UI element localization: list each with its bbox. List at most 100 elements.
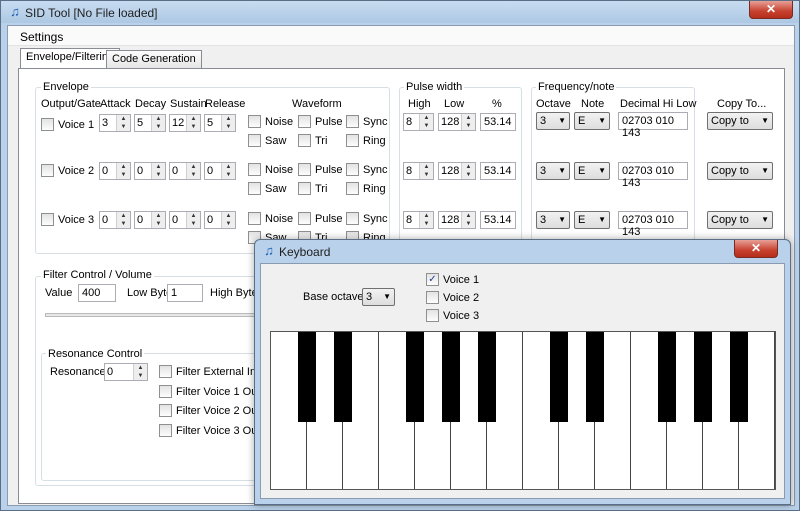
up-down-arrows-icon[interactable]: ▲ ▼ — [419, 212, 433, 228]
close-button[interactable]: ✕ — [749, 1, 793, 19]
voice2-gate-checkbox[interactable] — [41, 164, 54, 177]
filter-external-checkbox[interactable] — [159, 365, 172, 378]
voice2-ring-checkbox[interactable] — [346, 182, 359, 195]
voice2-tri-checkbox[interactable] — [298, 182, 311, 195]
pw2-percent-field[interactable]: 53.14 — [480, 162, 516, 180]
voice1-gate-checkbox[interactable] — [41, 118, 54, 131]
note1-select[interactable]: E ▼ — [574, 112, 610, 130]
voice1-pulse-checkbox[interactable] — [298, 115, 311, 128]
black-key[interactable] — [550, 332, 568, 422]
voice1-sustain-spinner[interactable]: 12 ▲ ▼ — [169, 114, 201, 132]
pw3-high-spinner[interactable]: 8 ▲ ▼ — [403, 211, 434, 229]
copy-to1-select[interactable]: Copy to ▼ — [707, 112, 773, 130]
decimal3-field[interactable]: 02703 010 143 — [618, 211, 688, 238]
keyboard-voice3-checkbox[interactable] — [426, 309, 439, 322]
voice2-saw-checkbox[interactable] — [248, 182, 261, 195]
up-down-arrows-icon[interactable]: ▲ ▼ — [151, 212, 165, 228]
up-down-arrows-icon[interactable]: ▲ ▼ — [151, 163, 165, 179]
keyboard-titlebar[interactable]: ♫ Keyboard ✕ — [255, 240, 790, 262]
voice1-release-spinner[interactable]: 5 ▲ ▼ — [204, 114, 236, 132]
pw1-low-spinner[interactable]: 128 ▲ ▼ — [438, 113, 476, 131]
octave3-select[interactable]: 3 ▼ — [536, 211, 570, 229]
black-key[interactable] — [406, 332, 424, 422]
voice2-sync-checkbox[interactable] — [346, 163, 359, 176]
filter-slider-track[interactable] — [45, 313, 257, 317]
voice3-sustain-spinner[interactable]: 0 ▲ ▼ — [169, 211, 201, 229]
tab-code-generation[interactable]: Code Generation — [106, 50, 202, 68]
up-down-arrows-icon[interactable]: ▲ ▼ — [116, 115, 130, 131]
voice1-decay-spinner[interactable]: 5 ▲ ▼ — [134, 114, 166, 132]
pw2-low-spinner[interactable]: 128 ▲ ▼ — [438, 162, 476, 180]
voice1-noise-checkbox[interactable] — [248, 115, 261, 128]
main-titlebar[interactable]: ♫ SID Tool [No File loaded] ✕ — [1, 1, 799, 23]
voice1-sync-checkbox[interactable] — [346, 115, 359, 128]
filter-voice2-checkbox[interactable] — [159, 404, 172, 417]
voice2-pulse-checkbox[interactable] — [298, 163, 311, 176]
voice3-attack-spinner[interactable]: 0 ▲ ▼ — [99, 211, 131, 229]
black-key[interactable] — [442, 332, 460, 422]
resonance-spinner[interactable]: 0 ▲ ▼ — [104, 363, 148, 381]
up-down-arrows-icon[interactable]: ▲ ▼ — [419, 114, 433, 130]
voice3-release-spinner[interactable]: 0 ▲ ▼ — [204, 211, 236, 229]
up-down-arrows-icon[interactable]: ▲ ▼ — [461, 163, 475, 179]
filter-voice1-checkbox[interactable] — [159, 385, 172, 398]
voice2-noise-checkbox[interactable] — [248, 163, 261, 176]
filter-voice3-checkbox[interactable] — [159, 424, 172, 437]
voice3-sync-checkbox[interactable] — [346, 212, 359, 225]
up-down-arrows-icon[interactable]: ▲ ▼ — [221, 115, 235, 131]
up-down-arrows-icon[interactable]: ▲ ▼ — [116, 163, 130, 179]
octave1-select[interactable]: 3 ▼ — [536, 112, 570, 130]
pw3-percent-field[interactable]: 53.14 — [480, 211, 516, 229]
up-down-arrows-icon[interactable]: ▲ ▼ — [186, 212, 200, 228]
piano-keyboard[interactable] — [270, 331, 776, 490]
pw1-high-spinner[interactable]: 8 ▲ ▼ — [403, 113, 434, 131]
voice1-ring-checkbox[interactable] — [346, 134, 359, 147]
black-key[interactable] — [298, 332, 316, 422]
note3-select[interactable]: E ▼ — [574, 211, 610, 229]
voice3-decay-spinner[interactable]: 0 ▲ ▼ — [134, 211, 166, 229]
keyboard-voice2-checkbox[interactable] — [426, 291, 439, 304]
pw1-percent-field[interactable]: 53.14 — [480, 113, 516, 131]
voice3-noise-checkbox[interactable] — [248, 212, 261, 225]
voice2-release-spinner[interactable]: 0 ▲ ▼ — [204, 162, 236, 180]
copy-to2-select[interactable]: Copy to ▼ — [707, 162, 773, 180]
black-key[interactable] — [658, 332, 676, 422]
up-down-arrows-icon[interactable]: ▲ ▼ — [151, 115, 165, 131]
black-key[interactable] — [334, 332, 352, 422]
decimal1-field[interactable]: 02703 010 143 — [618, 112, 688, 139]
menu-settings[interactable]: Settings — [20, 30, 63, 44]
octave2-select[interactable]: 3 ▼ — [536, 162, 570, 180]
up-down-arrows-icon[interactable]: ▲ ▼ — [221, 212, 235, 228]
black-key[interactable] — [586, 332, 604, 422]
filter-value-field[interactable]: 400 — [78, 284, 116, 302]
copy-to3-select[interactable]: Copy to ▼ — [707, 211, 773, 229]
up-down-arrows-icon[interactable]: ▲ ▼ — [419, 163, 433, 179]
up-down-arrows-icon[interactable]: ▲ ▼ — [461, 114, 475, 130]
note2-select[interactable]: E ▼ — [574, 162, 610, 180]
black-key[interactable] — [694, 332, 712, 422]
header-release: Release — [205, 98, 246, 110]
voice2-attack-spinner[interactable]: 0 ▲ ▼ — [99, 162, 131, 180]
low-byte-field[interactable]: 1 — [167, 284, 203, 302]
up-down-arrows-icon[interactable]: ▲ ▼ — [461, 212, 475, 228]
voice1-tri-checkbox[interactable] — [298, 134, 311, 147]
keyboard-voice1-checkbox[interactable]: ✓ — [426, 273, 439, 286]
decimal2-field[interactable]: 02703 010 143 — [618, 162, 688, 189]
black-key[interactable] — [730, 332, 748, 422]
black-key[interactable] — [478, 332, 496, 422]
voice2-sustain-spinner[interactable]: 0 ▲ ▼ — [169, 162, 201, 180]
up-down-arrows-icon[interactable]: ▲ ▼ — [221, 163, 235, 179]
voice2-decay-spinner[interactable]: 0 ▲ ▼ — [134, 162, 166, 180]
voice3-gate-checkbox[interactable] — [41, 213, 54, 226]
voice3-pulse-checkbox[interactable] — [298, 212, 311, 225]
up-down-arrows-icon[interactable]: ▲ ▼ — [186, 115, 200, 131]
base-octave-select[interactable]: 3 ▼ — [362, 288, 395, 306]
up-down-arrows-icon[interactable]: ▲ ▼ — [116, 212, 130, 228]
keyboard-close-button[interactable]: ✕ — [734, 240, 778, 258]
up-down-arrows-icon[interactable]: ▲ ▼ — [186, 163, 200, 179]
pw3-low-spinner[interactable]: 128 ▲ ▼ — [438, 211, 476, 229]
pw2-high-spinner[interactable]: 8 ▲ ▼ — [403, 162, 434, 180]
voice1-attack-spinner[interactable]: 3 ▲ ▼ — [99, 114, 131, 132]
up-down-arrows-icon[interactable]: ▲ ▼ — [133, 364, 147, 380]
voice1-saw-checkbox[interactable] — [248, 134, 261, 147]
